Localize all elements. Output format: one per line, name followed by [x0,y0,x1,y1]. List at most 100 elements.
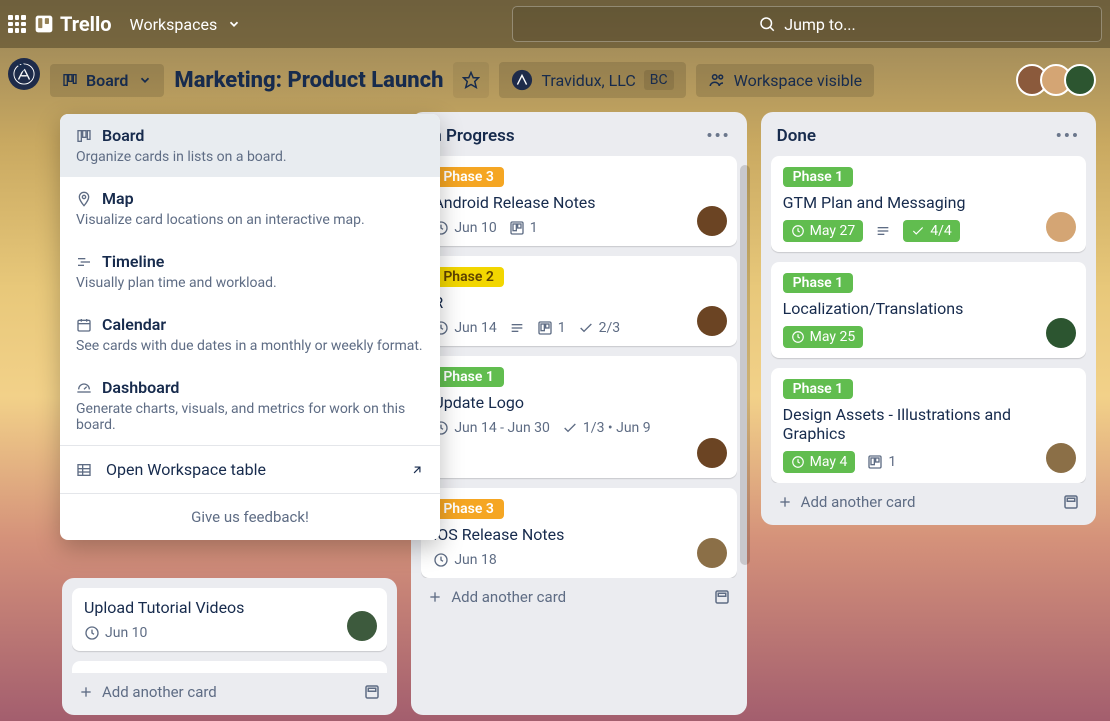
workspace-badge: BC [644,70,674,90]
add-card-label: Add another card [102,683,217,701]
card[interactable]: Phase 1 Update Logo Jun 14 - Jun 30 1/3 … [421,356,736,478]
trello-icon [537,320,553,336]
list-scrollbar[interactable] [740,165,750,565]
expand-sidebar-button[interactable] [14,58,32,80]
add-card-button[interactable]: Add another card [421,578,736,610]
clock-icon [791,330,805,344]
search-bar[interactable]: Jump to... [512,6,1102,42]
card-label: Phase 2 [433,267,504,287]
view-option-calendar[interactable]: Calendar See cards with due dates in a m… [60,303,440,366]
member-avatar[interactable] [697,206,727,236]
card-title: GTM Plan and Messaging [783,193,1074,212]
due-date: Jun 18 [433,552,496,568]
search-placeholder: Jump to... [784,15,856,34]
card-title: Android Release Notes [433,193,724,212]
list-title[interactable]: In Progress [427,126,514,146]
checklist-count: 1/3 • Jun 9 [562,420,651,436]
member-avatar[interactable] [1064,64,1096,96]
card-title: Upload Tutorial Videos [84,598,375,617]
option-desc: Visually plan time and workload. [76,275,424,291]
link-label: Open Workspace table [106,460,266,479]
member-avatar[interactable] [1046,212,1076,242]
option-desc: Organize cards in lists on a board. [76,149,424,165]
card-label: Phase 1 [783,273,854,293]
view-option-dashboard[interactable]: Dashboard Generate charts, visuals, and … [60,366,440,445]
card[interactable]: Phase 3 iOS Release Notes Jun 18 [421,488,736,578]
template-icon[interactable] [1062,493,1080,511]
option-title: Map [102,189,134,208]
list-menu-button[interactable]: ••• [706,126,730,146]
description-icon [875,223,891,239]
due-date-complete: May 4 [783,451,856,473]
member-avatar[interactable] [697,538,727,568]
workspaces-label: Workspaces [130,15,218,34]
chevron-down-icon [138,73,152,87]
plus-icon [78,684,94,700]
member-avatar[interactable] [697,438,727,468]
option-desc: Visualize card locations on an interacti… [76,212,424,228]
due-date: Jun 10 [433,220,496,236]
card-title: Update Logo [433,393,724,412]
template-icon[interactable] [713,588,731,606]
view-option-map[interactable]: Map Visualize card locations on an inter… [60,177,440,240]
view-switcher-button[interactable]: Board [50,64,164,97]
timeline-icon [76,254,92,270]
card[interactable] [72,661,387,673]
plus-icon [427,589,443,605]
star-button[interactable] [453,62,489,98]
clock-icon [791,455,805,469]
card-label: Phase 3 [433,499,504,519]
trello-logo[interactable]: Trello [34,12,112,36]
open-workspace-table-link[interactable]: Open Workspace table [60,446,440,493]
add-card-label: Add another card [801,493,916,511]
option-title: Calendar [102,315,166,334]
card[interactable]: Upload Tutorial Videos Jun 10 [72,588,387,651]
checklist-count: 2/3 [578,320,621,336]
workspace-chip[interactable]: Travidux, LLC BC [499,62,685,98]
checklist-icon [911,224,925,238]
attachment-count: 1 [509,220,538,236]
checklist-icon [578,320,594,336]
card-title: R [433,293,724,312]
card-title: Design Assets - Illustrations and Graphi… [783,405,1074,443]
due-date-complete: May 27 [783,220,864,242]
option-desc: Generate charts, visuals, and metrics fo… [76,401,424,433]
view-option-board[interactable]: Board Organize cards in lists on a board… [60,114,440,177]
visibility-label: Workspace visible [734,71,863,90]
board-title[interactable]: Marketing: Product Launch [174,68,443,93]
people-icon [708,71,726,89]
star-icon [462,71,480,89]
template-icon[interactable] [363,683,381,701]
visibility-button[interactable]: Workspace visible [696,64,875,97]
workspace-name: Travidux, LLC [541,71,635,90]
chevron-down-icon [227,17,241,31]
due-date: Jun 10 [84,625,147,641]
feedback-link[interactable]: Give us feedback! [60,494,440,540]
due-date: Jun 14 - Jun 30 [433,420,550,436]
member-avatar[interactable] [697,306,727,336]
card-title: iOS Release Notes [433,525,724,544]
board-header: Board Marketing: Product Launch Travidux… [0,48,1110,112]
external-link-icon [410,463,424,477]
option-desc: See cards with due dates in a monthly or… [76,338,424,354]
list-title[interactable]: Done [777,126,816,146]
card[interactable]: Phase 2 R Jun 14 1 2/3 [421,256,736,346]
card[interactable]: Phase 1 Localization/Translations May 25 [771,262,1086,358]
card[interactable]: Phase 1 Design Assets - Illustrations an… [771,368,1086,483]
card[interactable]: Phase 1 GTM Plan and Messaging May 27 4/… [771,156,1086,252]
member-avatar[interactable] [1046,318,1076,348]
workspaces-button[interactable]: Workspaces [120,9,252,40]
list-menu-button[interactable]: ••• [1056,126,1080,146]
member-avatar[interactable] [1046,443,1076,473]
trello-icon [867,454,883,470]
card-title: Localization/Translations [783,299,1074,318]
clock-icon [433,552,449,568]
board-members[interactable] [1024,64,1096,96]
card[interactable]: Phase 3 Android Release Notes Jun 10 1 [421,156,736,246]
apps-menu-button[interactable] [8,15,26,33]
add-card-button[interactable]: Add another card [771,483,1086,515]
option-title: Board [102,126,144,145]
attachment-count: 1 [537,320,566,336]
add-card-button[interactable]: Add another card [72,673,387,705]
view-option-timeline[interactable]: Timeline Visually plan time and workload… [60,240,440,303]
